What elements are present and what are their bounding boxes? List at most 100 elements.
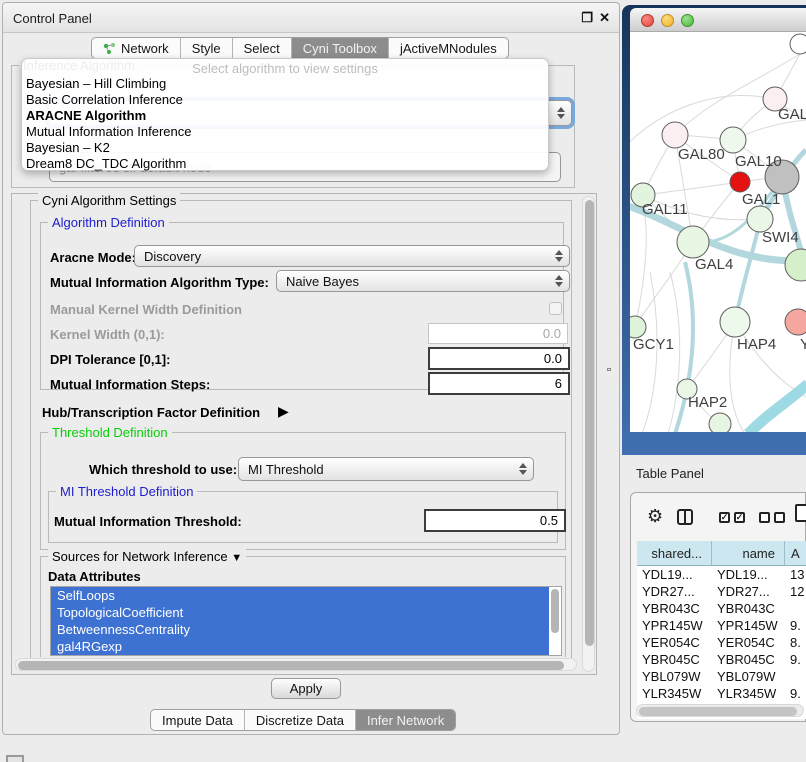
table-cell[interactable]: 13 bbox=[785, 566, 806, 583]
table-cell[interactable]: YBL079W bbox=[637, 668, 712, 685]
node-gcy1[interactable] bbox=[630, 316, 646, 338]
sources-collapse-arrow-icon[interactable]: ▼ bbox=[231, 552, 242, 564]
tab-impute-data[interactable]: Impute Data bbox=[151, 710, 245, 730]
column-header-name[interactable]: name bbox=[712, 541, 785, 566]
node-green-right[interactable] bbox=[785, 249, 806, 281]
table-cell[interactable]: YBL079W bbox=[712, 668, 785, 685]
popup-item[interactable]: Dream8 DC_TDC Algorithm bbox=[22, 156, 548, 172]
splitter-grip[interactable] bbox=[607, 368, 613, 378]
settings-horizontal-scrollbar[interactable] bbox=[15, 658, 577, 671]
node-label: GAL4 bbox=[695, 256, 733, 273]
table-cell[interactable]: 9. bbox=[785, 685, 806, 702]
node-label: Y bbox=[800, 336, 806, 353]
aracne-mode-combo[interactable]: Discovery bbox=[134, 245, 570, 267]
popup-item-selected[interactable]: ARACNE Algorithm bbox=[22, 108, 548, 124]
table-cell[interactable]: 9. bbox=[785, 651, 806, 668]
minimize-traffic-light-icon[interactable] bbox=[661, 14, 674, 27]
tab-style[interactable]: Style bbox=[181, 38, 233, 58]
table-cell[interactable]: 12 bbox=[785, 583, 806, 600]
which-threshold-combo[interactable]: MI Threshold bbox=[238, 457, 534, 481]
control-panel-tabs: Network Style Select Cyni Toolbox jActiv… bbox=[91, 37, 509, 59]
table-cell[interactable]: YER054C bbox=[637, 634, 712, 651]
list-item[interactable]: SelfLoops bbox=[51, 587, 549, 604]
table-cell[interactable]: YDR27... bbox=[637, 583, 712, 600]
float-window-icon[interactable]: ❐ bbox=[581, 10, 593, 26]
checked-checkbox-icon[interactable]: ✓ bbox=[734, 512, 745, 523]
table-cell[interactable]: YBR043C bbox=[637, 600, 712, 617]
table-horizontal-scrollbar[interactable] bbox=[636, 704, 804, 717]
apply-button[interactable]: Apply bbox=[271, 678, 341, 699]
tab-network[interactable]: Network bbox=[92, 38, 181, 58]
dpi-tolerance-field[interactable]: 0.0 bbox=[428, 347, 570, 370]
close-traffic-light-icon[interactable] bbox=[641, 14, 654, 27]
table-cell[interactable]: YPR145W bbox=[712, 617, 785, 634]
hub-expand-arrow-icon[interactable]: ▶ bbox=[278, 403, 289, 420]
table-cell[interactable]: 9. bbox=[785, 617, 806, 634]
node-y[interactable] bbox=[785, 309, 806, 335]
list-item[interactable]: gal4RGexp bbox=[51, 638, 549, 655]
close-window-icon[interactable]: ✕ bbox=[599, 10, 610, 26]
tab-cyni-toolbox[interactable]: Cyni Toolbox bbox=[292, 38, 389, 58]
popup-item[interactable]: Bayesian – K2 bbox=[22, 140, 548, 156]
node-label: HAP4 bbox=[737, 336, 776, 353]
table-cell[interactable]: YDL19... bbox=[712, 566, 785, 583]
popup-item[interactable]: Bayesian – Hill Climbing bbox=[22, 76, 548, 92]
table-cell[interactable] bbox=[785, 600, 806, 617]
list-item[interactable]: BetweennessCentrality bbox=[51, 621, 549, 638]
node-bottom[interactable] bbox=[709, 413, 731, 432]
table-cell[interactable]: YDL19... bbox=[637, 566, 712, 583]
unchecked-checkbox-icon[interactable] bbox=[759, 512, 770, 523]
table-cell[interactable]: YLR345W bbox=[712, 685, 785, 702]
tab-jactivemnodules[interactable]: jActiveMNodules bbox=[389, 38, 508, 58]
node-unlabeled-top[interactable] bbox=[790, 34, 806, 54]
control-panel-titlebar[interactable]: Control Panel ❐ ✕ bbox=[3, 3, 619, 33]
which-threshold-label: Which threshold to use: bbox=[89, 462, 237, 477]
gear-icon[interactable]: ⚙ bbox=[647, 506, 663, 527]
network-canvas[interactable]: GAL80 GAL10 GAL1 GAL11 SWI4 GAL4 GCY1 HA… bbox=[630, 32, 806, 432]
table-cell[interactable]: YLR345W bbox=[637, 685, 712, 702]
mi-threshold-field[interactable]: 0.5 bbox=[424, 509, 566, 532]
table-cell[interactable]: YPR145W bbox=[637, 617, 712, 634]
dpi-tolerance-label: DPI Tolerance [0,1]: bbox=[50, 352, 170, 367]
checked-checkbox-icon[interactable]: ✓ bbox=[719, 512, 730, 523]
dpi-tolerance-value: 0.0 bbox=[544, 351, 562, 366]
table-cell[interactable] bbox=[785, 668, 806, 685]
tab-discretize-data[interactable]: Discretize Data bbox=[245, 710, 356, 730]
table-cell[interactable]: YBR043C bbox=[712, 600, 785, 617]
node-hap4[interactable] bbox=[720, 307, 750, 337]
table-cell[interactable]: YBR045C bbox=[712, 651, 785, 668]
collapsed-panel-chip[interactable] bbox=[6, 755, 24, 762]
table-cell[interactable]: YBR045C bbox=[637, 651, 712, 668]
document-icon[interactable] bbox=[795, 504, 806, 522]
network-window-titlebar[interactable] bbox=[630, 8, 806, 32]
mi-steps-field[interactable]: 6 bbox=[428, 372, 570, 395]
combo-stepper-icon bbox=[557, 107, 565, 119]
tab-infer-network[interactable]: Infer Network bbox=[356, 710, 455, 730]
column-header-partial[interactable]: A bbox=[785, 541, 806, 566]
node-gal4[interactable] bbox=[677, 226, 709, 258]
node-gal80[interactable] bbox=[662, 122, 688, 148]
mi-type-combo[interactable]: Naive Bayes bbox=[276, 270, 570, 292]
list-vertical-scrollbar[interactable] bbox=[551, 589, 559, 633]
data-attributes-list[interactable]: SelfLoops TopologicalCoefficient Between… bbox=[50, 586, 562, 656]
settings-viewport: Cyni Algorithm Settings Algorithm Defini… bbox=[11, 193, 597, 675]
zoom-traffic-light-icon[interactable] bbox=[681, 14, 694, 27]
mi-threshold-value: 0.5 bbox=[540, 513, 558, 528]
kernel-width-field[interactable]: 0.0 bbox=[428, 323, 568, 344]
popup-item[interactable]: Basic Correlation Inference bbox=[22, 92, 548, 108]
unchecked-checkbox-icon[interactable] bbox=[774, 512, 785, 523]
column-header-shared-name[interactable]: shared... bbox=[637, 541, 712, 566]
tab-select-label: Select bbox=[244, 41, 280, 56]
tab-cyni-toolbox-label: Cyni Toolbox bbox=[303, 41, 377, 56]
tab-select[interactable]: Select bbox=[233, 38, 292, 58]
table-cell[interactable]: 8. bbox=[785, 634, 806, 651]
node-gal1[interactable] bbox=[730, 172, 750, 192]
split-columns-icon[interactable] bbox=[677, 509, 693, 525]
settings-vertical-scrollbar[interactable] bbox=[582, 196, 595, 672]
manual-kernel-checkbox[interactable] bbox=[549, 302, 562, 315]
table-cell[interactable]: YER054C bbox=[712, 634, 785, 651]
list-item[interactable]: TopologicalCoefficient bbox=[51, 604, 549, 621]
kernel-width-label: Kernel Width (0,1): bbox=[50, 327, 165, 342]
popup-item[interactable]: Mutual Information Inference bbox=[22, 124, 548, 140]
table-cell[interactable]: YDR27... bbox=[712, 583, 785, 600]
